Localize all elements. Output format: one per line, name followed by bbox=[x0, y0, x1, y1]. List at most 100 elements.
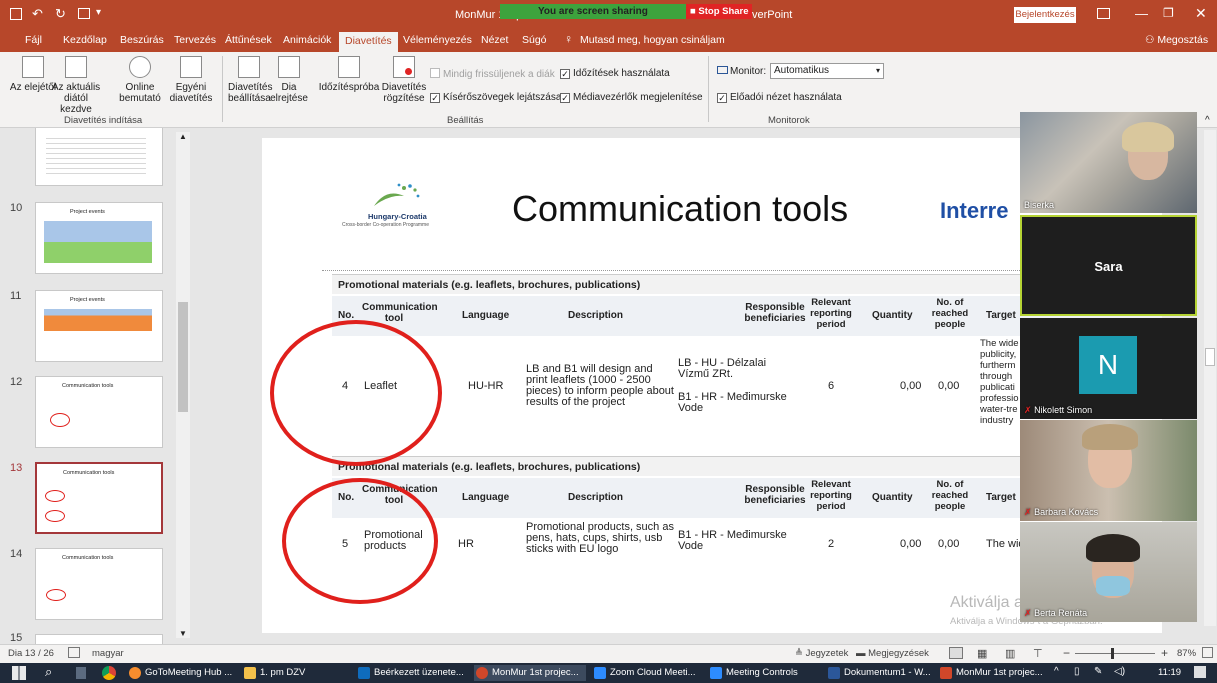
taskbar-item-meeting-controls[interactable]: Meeting Controls bbox=[708, 665, 820, 681]
calculator-icon[interactable] bbox=[76, 667, 86, 679]
tab-animations[interactable]: Animációk bbox=[283, 34, 331, 46]
redo-icon[interactable]: ↻ bbox=[55, 6, 66, 22]
keep-fresh-label: Mindig frissüljenek a diák bbox=[443, 69, 555, 80]
col-reached: No. of reached people bbox=[931, 297, 969, 330]
monitor-icon bbox=[717, 66, 728, 74]
slide-thumbnail-12[interactable]: Communication tools bbox=[35, 376, 163, 448]
from-current-button[interactable]: Az aktuális diától kezdve bbox=[48, 56, 104, 115]
tray-pen-icon[interactable]: ✎ bbox=[1094, 666, 1102, 677]
notes-button[interactable]: ≜ Jegyzetek bbox=[795, 648, 848, 659]
chrome-icon[interactable] bbox=[102, 666, 116, 680]
online-present-button[interactable]: Online bemutató bbox=[112, 56, 168, 104]
tellme-icon[interactable]: ♀ bbox=[564, 32, 573, 46]
custom-slideshow-button[interactable]: Egyéni diavetítés bbox=[166, 56, 216, 104]
participant-video-sara[interactable]: Sara bbox=[1020, 215, 1197, 316]
participant-video-berta[interactable]: ✗ Berta Renáta bbox=[1020, 522, 1197, 622]
ribbon-display-icon[interactable] bbox=[1097, 8, 1110, 19]
language-indicator[interactable]: magyar bbox=[92, 648, 124, 659]
reading-view-icon[interactable]: ▥ bbox=[1005, 647, 1015, 660]
hide-slide-button[interactable]: Dia elrejtése bbox=[270, 56, 308, 104]
normal-view-icon[interactable] bbox=[949, 647, 963, 659]
slide-thumbnail-11[interactable]: Project events bbox=[35, 290, 163, 362]
taskbar-item-folder[interactable]: 1. pm DZV bbox=[242, 665, 312, 681]
slide-thumbnail-partial[interactable] bbox=[35, 128, 163, 186]
participant-video-nikolett[interactable]: N ✗ Nikolett Simon bbox=[1020, 318, 1197, 419]
zoom-slider[interactable] bbox=[1075, 648, 1155, 659]
thumb-table bbox=[44, 221, 152, 263]
share-button[interactable]: ⚇ Megosztás bbox=[1145, 34, 1208, 46]
record-slideshow-button[interactable]: Diavetítés rögzítése bbox=[378, 56, 430, 104]
slide-thumbnail-15[interactable] bbox=[35, 634, 163, 644]
taskbar-item-word[interactable]: Dokumentum1 - W... bbox=[826, 665, 938, 681]
fit-slide-icon[interactable] bbox=[1202, 647, 1213, 658]
tab-file[interactable]: Fájl bbox=[25, 34, 42, 46]
zoom-level[interactable]: 87% bbox=[1177, 648, 1196, 659]
tab-design[interactable]: Tervezés bbox=[174, 34, 216, 46]
play-narrations-checkbox[interactable]: ✓ Kísérőszövegek lejátszása bbox=[430, 92, 561, 103]
tab-transitions[interactable]: Áttűnések bbox=[225, 34, 272, 46]
spellcheck-icon[interactable] bbox=[68, 647, 80, 658]
sorter-view-icon[interactable]: ▦ bbox=[977, 647, 987, 660]
slide-thumbnail-14[interactable]: Communication tools bbox=[35, 548, 163, 620]
present-icon[interactable] bbox=[78, 8, 90, 19]
tray-network-icon[interactable]: ▯ bbox=[1074, 666, 1080, 677]
maximize-icon[interactable]: ❐ bbox=[1163, 6, 1174, 20]
taskbar-item-powerpoint-2[interactable]: MonMur 1st projec... bbox=[938, 665, 1050, 681]
comments-button[interactable]: ▬ Megjegyzések bbox=[856, 648, 929, 659]
tray-volume-icon[interactable]: ◁) bbox=[1114, 666, 1125, 677]
tray-chevron-icon[interactable]: ^ bbox=[1054, 666, 1059, 677]
slide-thumbnail-13[interactable]: Communication tools bbox=[35, 462, 163, 534]
windows-start-icon[interactable] bbox=[12, 666, 26, 680]
taskbar-item-gotomeeting[interactable]: GoToMeeting Hub ... bbox=[127, 665, 239, 681]
tab-review[interactable]: Véleményezés bbox=[403, 34, 472, 46]
save-icon[interactable] bbox=[10, 8, 22, 20]
minimize-icon[interactable]: — bbox=[1135, 6, 1148, 21]
undo-icon[interactable]: ↶ bbox=[32, 6, 43, 22]
thumb-text-lines bbox=[46, 134, 146, 174]
globe-icon bbox=[129, 56, 151, 78]
slideshow-view-icon[interactable]: ⊤ bbox=[1033, 647, 1043, 660]
presenter-view-checkbox[interactable]: ✓ Előadói nézet használata bbox=[717, 92, 842, 103]
task-label: 1. pm DZV bbox=[260, 667, 306, 678]
qat-dropdown-icon[interactable]: ▾ bbox=[96, 7, 101, 18]
close-icon[interactable]: ✕ bbox=[1195, 5, 1207, 22]
slide-counter: Dia 13 / 26 bbox=[8, 648, 54, 659]
tab-home[interactable]: Kezdőlap bbox=[63, 34, 107, 46]
stop-share-button[interactable]: ■ Stop Share bbox=[686, 4, 752, 19]
participant-video-barbara[interactable]: ✗ Barbara Kovács bbox=[1020, 420, 1197, 521]
tab-help[interactable]: Súgó bbox=[522, 34, 547, 46]
notifications-icon[interactable] bbox=[1194, 666, 1206, 678]
slide-scroll-thumb[interactable] bbox=[1205, 348, 1215, 366]
zoom-out-button[interactable]: − bbox=[1063, 646, 1070, 660]
slide-thumbnail-10[interactable]: Project events bbox=[35, 202, 163, 274]
tab-insert[interactable]: Beszúrás bbox=[120, 34, 164, 46]
scroll-up-icon[interactable]: ▲ bbox=[179, 132, 187, 141]
custom-label: Egyéni diavetítés bbox=[169, 82, 213, 104]
screen-sharing-banner: You are screen sharing bbox=[500, 4, 686, 19]
thumbnail-scrollbar[interactable]: ▲ ▼ bbox=[176, 132, 190, 638]
taskbar-item-zoom[interactable]: Zoom Cloud Meeti... bbox=[592, 665, 704, 681]
tab-view[interactable]: Nézet bbox=[481, 34, 508, 46]
signin-button[interactable]: Bejelentkezés bbox=[1014, 7, 1076, 23]
participant-video-biserka[interactable]: Biserka bbox=[1020, 112, 1197, 213]
zoom-in-button[interactable]: + bbox=[1161, 646, 1168, 660]
section-title: Promotional materials (e.g. leaflets, br… bbox=[338, 461, 641, 473]
zoom-slider-thumb[interactable] bbox=[1111, 648, 1114, 659]
search-icon[interactable]: ⌕ bbox=[45, 664, 52, 680]
setup-slideshow-button[interactable]: Diavetítés beállítása bbox=[228, 56, 272, 104]
rehearse-timings-button[interactable]: Időzítéspróba bbox=[316, 56, 382, 93]
use-timings-checkbox[interactable]: ✓ Időzítések használata bbox=[560, 68, 670, 79]
clock[interactable]: 11:19 bbox=[1158, 667, 1181, 678]
tellme-input[interactable]: Mutasd meg, hogyan csináljam bbox=[580, 34, 725, 46]
scroll-down-icon[interactable]: ▼ bbox=[179, 629, 187, 638]
taskbar-item-outlook[interactable]: Beérkezett üzenete... bbox=[356, 665, 468, 681]
zoom-icon bbox=[710, 667, 722, 679]
monitor-select[interactable]: Automatikus ▾ bbox=[770, 63, 884, 79]
show-media-checkbox[interactable]: ✓ Médiavezérlők megjelenítése bbox=[560, 92, 703, 103]
collapse-ribbon-icon[interactable]: ^ bbox=[1205, 115, 1210, 126]
keep-fresh-checkbox[interactable]: Mindig frissüljenek a diák bbox=[430, 68, 555, 80]
slide-scrollbar[interactable] bbox=[1204, 130, 1216, 626]
tab-slideshow[interactable]: Diavetítés bbox=[339, 32, 398, 52]
scroll-thumb[interactable] bbox=[178, 302, 188, 412]
taskbar-item-powerpoint[interactable]: MonMur 1st projec... bbox=[474, 665, 586, 681]
